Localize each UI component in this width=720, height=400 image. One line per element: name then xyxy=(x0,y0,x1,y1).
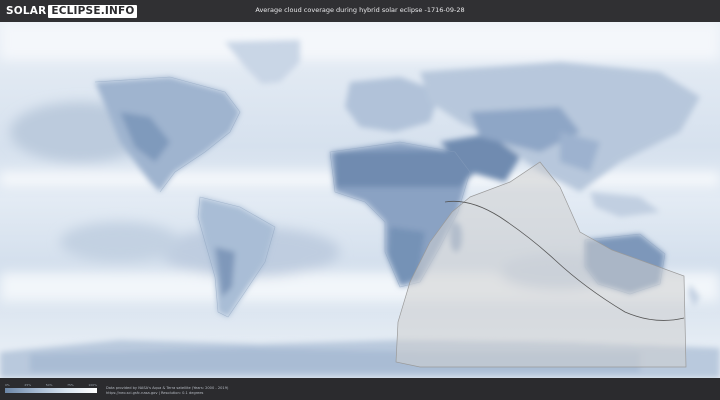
legend-tick: 100% xyxy=(88,383,97,387)
footer-bar: 0% 25% 50% 75% 100% Data provided by NAS… xyxy=(0,378,720,400)
data-credit: Data provided by NASA's Aqua & Terra sat… xyxy=(106,386,228,396)
legend-tick: 50% xyxy=(45,383,53,387)
legend-tick: 75% xyxy=(67,383,74,387)
legend-tick: 25% xyxy=(24,383,32,387)
legend-tick: 0% xyxy=(5,383,10,387)
map-title: Average cloud coverage during hybrid sol… xyxy=(255,6,465,14)
page: SOLAR ECLIPSE.INFO Average cloud coverag… xyxy=(0,0,720,400)
legend-ticks: 0% 25% 50% 75% 100% xyxy=(5,383,97,387)
credit-line[interactable]: https://neo.sci.gsfc.nasa.gov | Resoluti… xyxy=(106,391,228,396)
header-bar: SOLAR ECLIPSE.INFO Average cloud coverag… xyxy=(0,0,720,22)
cloud-coverage-legend xyxy=(5,388,97,393)
cloud-coverage-map xyxy=(0,22,720,378)
